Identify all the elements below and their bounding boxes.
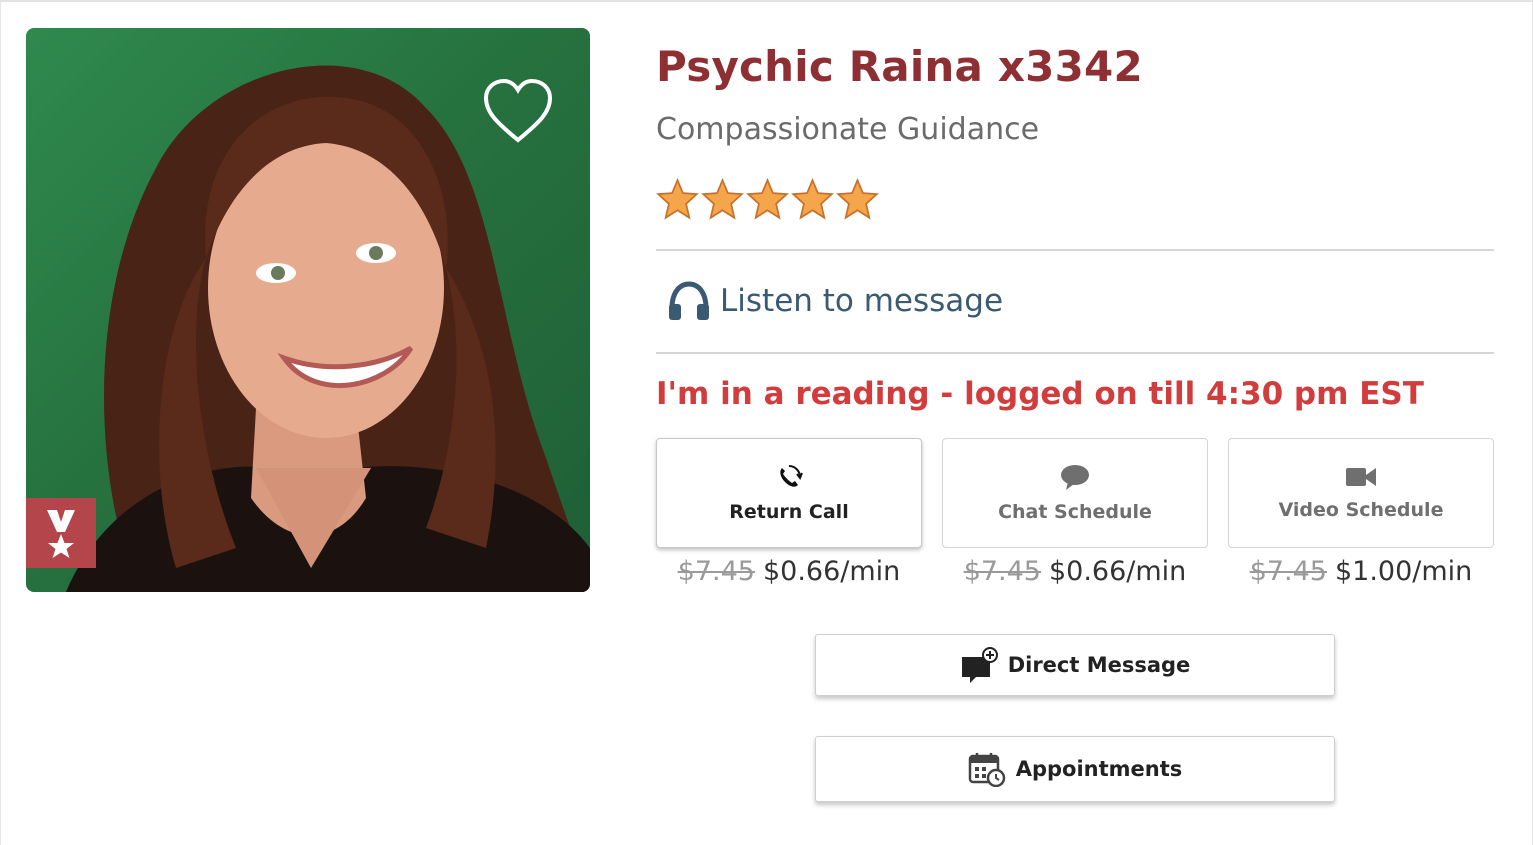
return-call-price: $7.45 $0.66/min (656, 556, 922, 587)
video-camera-icon (1346, 468, 1376, 486)
original-price: $7.45 (677, 556, 755, 587)
advisor-photo[interactable] (26, 28, 590, 592)
divider (656, 249, 1494, 251)
direct-message-label: Direct Message (1007, 653, 1191, 677)
return-call-button[interactable]: Return Call (656, 438, 922, 548)
chat-price: $7.45 $0.66/min (942, 556, 1208, 587)
appointments-button[interactable]: Appointments (815, 736, 1335, 802)
chat-schedule-label: Chat Schedule (998, 501, 1152, 523)
advisor-tagline: Compassionate Guidance (656, 112, 1040, 147)
star-icon (791, 178, 834, 220)
chat-bubble-icon (1061, 465, 1089, 490)
return-call-label: Return Call (729, 501, 849, 523)
listen-label: Listen to message (720, 283, 1004, 319)
star-icon (746, 178, 789, 220)
appointments-label: Appointments (1015, 757, 1183, 781)
listen-to-message-link[interactable]: Listen to message (666, 280, 1003, 322)
verified-star-badge-icon (26, 498, 96, 568)
current-price: $0.66/min (762, 556, 901, 587)
star-icon (836, 178, 879, 220)
star-icon (656, 178, 699, 220)
star-icon (701, 178, 744, 220)
current-price: $1.00/min (1334, 556, 1473, 587)
calendar-clock-icon (968, 753, 1005, 787)
chat-schedule-button[interactable]: Chat Schedule (942, 438, 1208, 548)
direct-message-button[interactable]: Direct Message (815, 634, 1335, 696)
advisor-name: Psychic Raina x3342 (656, 42, 1143, 91)
headphones-icon (669, 281, 709, 320)
video-price: $7.45 $1.00/min (1228, 556, 1494, 587)
original-price: $7.45 (1249, 556, 1327, 587)
rating-stars (656, 178, 879, 222)
phone-icon (780, 465, 803, 487)
video-schedule-label: Video Schedule (1278, 499, 1444, 521)
original-price: $7.45 (963, 556, 1041, 587)
divider (656, 352, 1494, 354)
video-schedule-button[interactable]: Video Schedule (1228, 438, 1494, 548)
current-price: $0.66/min (1048, 556, 1187, 587)
favorite-heart-icon[interactable] (482, 78, 554, 146)
availability-status: I'm in a reading - logged on till 4:30 p… (656, 376, 1424, 412)
message-plus-icon (961, 647, 998, 683)
